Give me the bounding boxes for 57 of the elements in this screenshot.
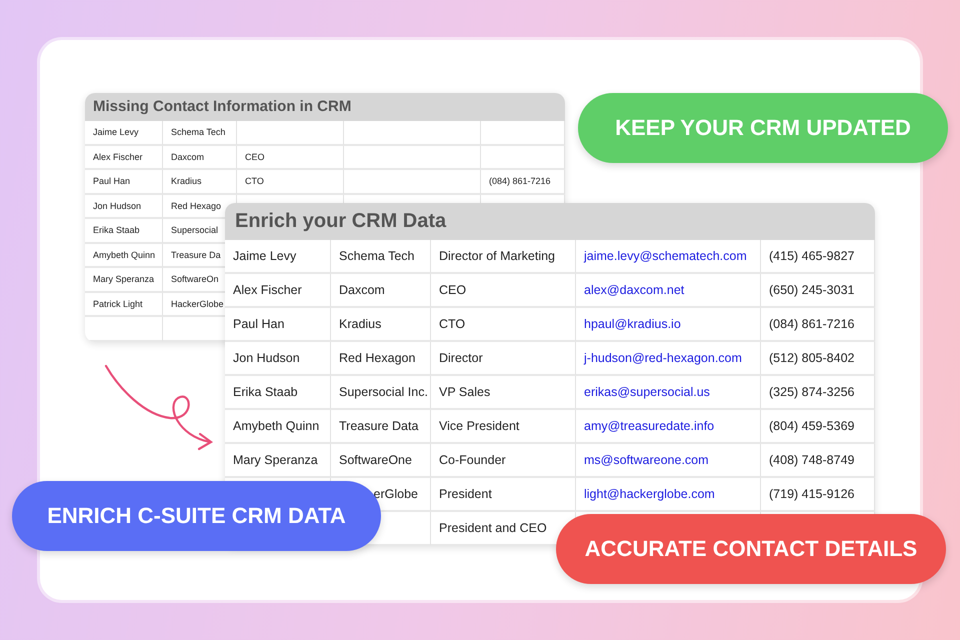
table-cell: Alex Fischer — [85, 146, 163, 170]
table-cell: (719) 415-9126 — [761, 478, 875, 512]
table-cell: Daxcom — [163, 146, 237, 170]
table-cell: Kradius — [331, 308, 431, 342]
table-cell: CEO — [237, 146, 344, 170]
table-cell: SoftwareOne — [331, 444, 431, 478]
table-cell: Alex Fischer — [225, 274, 331, 308]
table-cell: President — [431, 478, 576, 512]
email-link[interactable]: ms@softwareone.com — [576, 444, 761, 478]
table-cell: (084) 861-7216 — [761, 308, 875, 342]
email-link[interactable]: jaime.levy@schematech.com — [576, 240, 761, 274]
table-cell: Amybeth Quinn — [85, 244, 163, 268]
table-cell: Red Hexagon — [331, 342, 431, 376]
email-link[interactable]: hpaul@kradius.io — [576, 308, 761, 342]
table-cell: Erika Staab — [85, 219, 163, 244]
table-cell: (415) 465-9827 — [761, 240, 875, 274]
email-link[interactable]: amy@treasuredate.info — [576, 410, 761, 444]
table-cell: (650) 245-3031 — [761, 274, 875, 308]
table-cell: Paul Han — [85, 170, 163, 194]
table-cell: (804) 459-5369 — [761, 410, 875, 444]
table-cell: (084) 861-7216 — [481, 170, 565, 194]
table-cell: Supersocial Inc. — [331, 376, 431, 410]
table-title: Missing Contact Information in CRM — [85, 93, 565, 121]
table-cell: (512) 805-8402 — [761, 342, 875, 376]
table-cell: Director — [431, 342, 576, 376]
email-link[interactable]: erikas@supersocial.us — [576, 376, 761, 410]
table-cell: Kradius — [163, 170, 237, 194]
table-cell: Jon Hudson — [85, 194, 163, 219]
email-link[interactable]: alex@daxcom.net — [576, 274, 761, 308]
table-cell: VP Sales — [431, 376, 576, 410]
table-cell: Schema Tech — [163, 121, 237, 146]
table-cell: Daxcom — [331, 274, 431, 308]
table-cell: Erika Staab — [225, 376, 331, 410]
banner: ACCURATE CONTACT DETAILS — [556, 514, 946, 584]
email-link[interactable]: j-hudson@red-hexagon.com — [576, 342, 761, 376]
table-cell: Jon Hudson — [225, 342, 331, 376]
table-cell: (408) 748-8749 — [761, 444, 875, 478]
table-cell: Paul Han — [225, 308, 331, 342]
curly-arrow-icon — [104, 364, 213, 450]
table-cell: Mary Speranza — [85, 268, 163, 292]
table-cell: Amybeth Quinn — [225, 410, 331, 444]
table-cell: Patrick Light — [85, 292, 163, 317]
table-cell: Director of Marketing — [431, 240, 576, 274]
table-cell: Jaime Levy — [85, 121, 163, 146]
table-cell: (325) 874-3256 — [761, 376, 875, 410]
table-cell: Schema Tech — [331, 240, 431, 274]
banner: KEEP YOUR CRM UPDATED — [578, 93, 948, 163]
table-cell: Jaime Levy — [225, 240, 331, 274]
table-cell: Vice President — [431, 410, 576, 444]
table-cell: Treasure Data — [331, 410, 431, 444]
table-cell: Co-Founder — [431, 444, 576, 478]
email-link[interactable]: light@hackerglobe.com — [576, 478, 761, 512]
table-cell: CEO — [431, 274, 576, 308]
table-cell: Mary Speranza — [225, 444, 331, 478]
table-cell: CTO — [237, 170, 344, 194]
table-cell: CTO — [431, 308, 576, 342]
table-title: Enrich your CRM Data — [225, 203, 875, 240]
